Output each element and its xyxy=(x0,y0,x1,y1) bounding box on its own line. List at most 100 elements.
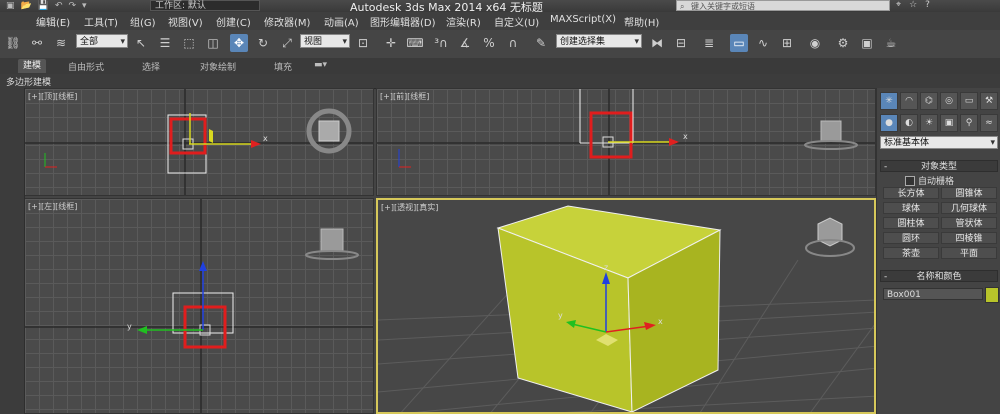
snaps-toggle-icon[interactable]: ³∩ xyxy=(432,34,450,52)
menu-create[interactable]: 创建(C) xyxy=(216,14,251,29)
redo-icon[interactable]: ↷ xyxy=(69,1,77,11)
open-file-icon[interactable]: 📂 xyxy=(21,1,32,11)
menu-animation[interactable]: 动画(A) xyxy=(324,14,359,29)
pyramid-button[interactable]: 四棱锥 xyxy=(941,232,997,244)
menu-maxscript[interactable]: MAXScript(X) xyxy=(550,14,616,25)
select-scale-icon[interactable]: ⤢ xyxy=(278,34,296,52)
rendered-frame-icon[interactable]: ▣ xyxy=(858,34,876,52)
object-name-input[interactable]: Box001 xyxy=(883,288,983,300)
star-icon[interactable]: ☆ xyxy=(909,0,917,10)
save-file-icon[interactable]: 💾 xyxy=(38,1,49,11)
menu-customize[interactable]: 自定义(U) xyxy=(494,14,539,29)
menu-modifiers[interactable]: 修改器(M) xyxy=(264,14,310,29)
tab-object-paint[interactable]: 对象绘制 xyxy=(200,60,236,73)
tab-freeform[interactable]: 自由形式 xyxy=(68,60,104,73)
geosphere-button[interactable]: 几何球体 xyxy=(941,202,997,214)
keyboard-shortcut-icon[interactable]: ⌨ xyxy=(406,34,424,52)
pivot-center-icon[interactable]: ⊡ xyxy=(354,34,372,52)
lights-icon[interactable]: ☀ xyxy=(920,114,938,132)
box-button[interactable]: 长方体 xyxy=(883,187,939,199)
curve-editor-icon[interactable]: ∿ xyxy=(754,34,772,52)
align-icon[interactable]: ⊟ xyxy=(672,34,690,52)
motion-tab-icon[interactable]: ◎ xyxy=(940,92,958,110)
tube-button[interactable]: 管状体 xyxy=(941,217,997,229)
hierarchy-tab-icon[interactable]: ⌬ xyxy=(920,92,938,110)
mirror-icon[interactable]: ⧓ xyxy=(648,34,666,52)
sphere-button[interactable]: 球体 xyxy=(883,202,939,214)
quick-access-more-icon[interactable]: ▾ xyxy=(82,1,87,11)
cameras-icon[interactable]: ▣ xyxy=(940,114,958,132)
tab-populate[interactable]: 填充 xyxy=(274,60,292,73)
primitive-type-dropdown[interactable]: 标准基本体 xyxy=(880,136,998,150)
name-color-rollout[interactable]: - 名称和颜色 xyxy=(880,270,998,282)
render-setup-icon[interactable]: ⚙ xyxy=(834,34,852,52)
viewcube-icon xyxy=(820,120,842,142)
render-production-icon[interactable]: ☕ xyxy=(882,34,900,52)
named-selection-dropdown[interactable]: 创建选择集 xyxy=(556,34,642,49)
object-color-swatch[interactable] xyxy=(985,287,999,303)
select-move-icon[interactable]: ✥ xyxy=(230,34,248,52)
edit-named-selection-icon[interactable]: ✎ xyxy=(532,34,550,52)
select-by-name-icon[interactable]: ☰ xyxy=(156,34,174,52)
menu-group[interactable]: 组(G) xyxy=(130,14,156,29)
search-input[interactable]: ⌕ 键入关键字或短语 xyxy=(676,0,890,11)
link-icon[interactable]: ⛓ xyxy=(4,34,22,52)
viewport-top[interactable]: [+][顶][线框] x xyxy=(24,88,374,196)
cone-button[interactable]: 圆锥体 xyxy=(941,187,997,199)
reference-coordinate-dropdown[interactable]: 视图 xyxy=(300,34,350,49)
tab-selection[interactable]: 选择 xyxy=(142,60,160,73)
torus-button[interactable]: 圆环 xyxy=(883,232,939,244)
material-editor-icon[interactable]: ◉ xyxy=(806,34,824,52)
select-manipulate-icon[interactable]: ✛ xyxy=(382,34,400,52)
autogrid-checkbox[interactable] xyxy=(905,175,915,186)
tab-modeling[interactable]: 建模 xyxy=(18,59,47,73)
layer-manager-icon[interactable]: ≣ xyxy=(700,34,718,52)
angle-snap-icon[interactable]: ∡ xyxy=(456,34,474,52)
main-toolbar: ⛓ ⚯ ≋ 全部 ↖ ☰ ⬚ ◫ ✥ ↻ ⤢ 视图 ⊡ ✛ ⌨ ³∩ ∡ % ∩… xyxy=(0,30,1000,59)
menu-graph-editors[interactable]: 图形编辑器(D) xyxy=(370,14,436,29)
teapot-button[interactable]: 茶壶 xyxy=(883,247,939,259)
cylinder-button[interactable]: 圆柱体 xyxy=(883,217,939,229)
menu-rendering[interactable]: 渲染(R) xyxy=(446,14,481,29)
create-tab-icon[interactable]: ✳ xyxy=(880,92,898,110)
percent-snap-icon[interactable]: % xyxy=(480,34,498,52)
viewport-left[interactable]: [+][左][线框] y xyxy=(24,198,374,414)
binoculars-icon[interactable]: ⌖ xyxy=(896,0,901,10)
bind-spacewarp-icon[interactable]: ≋ xyxy=(52,34,70,52)
help-icon[interactable]: ? xyxy=(925,0,930,10)
workspace-dropdown[interactable]: 工作区: 默认 xyxy=(150,0,260,11)
polygon-modeling-label[interactable]: 多边形建模 xyxy=(6,75,51,88)
menu-views[interactable]: 视图(V) xyxy=(168,14,203,29)
viewport-perspective[interactable]: [+][透视][真实] z y x xyxy=(376,198,876,414)
helpers-icon[interactable]: ⚲ xyxy=(960,114,978,132)
geometry-icon[interactable]: ● xyxy=(880,114,898,132)
plane-button[interactable]: 平面 xyxy=(941,247,997,259)
selection-filter-dropdown[interactable]: 全部 xyxy=(76,34,128,49)
spacewarps-icon[interactable]: ≈ xyxy=(980,114,998,132)
menu-edit[interactable]: 编辑(E) xyxy=(36,14,70,29)
menu-help[interactable]: 帮助(H) xyxy=(624,14,659,29)
spinner-snap-icon[interactable]: ∩ xyxy=(504,34,522,52)
schematic-view-icon[interactable]: ⊞ xyxy=(778,34,796,52)
unlink-icon[interactable]: ⚯ xyxy=(28,34,46,52)
object-type-rollout[interactable]: - 对象类型 xyxy=(880,160,998,172)
viewport-label[interactable]: [+][透视][真实] xyxy=(381,202,438,213)
viewport-front[interactable]: [+][前][线框] x xyxy=(376,88,876,196)
viewcube-icon xyxy=(318,120,340,142)
create-category-row: ● ◐ ☀ ▣ ⚲ ≈ ⚙ xyxy=(880,114,1000,132)
ribbon-options-icon[interactable]: ▬▾ xyxy=(314,60,327,70)
display-tab-icon[interactable]: ▭ xyxy=(960,92,978,110)
select-object-icon[interactable]: ↖ xyxy=(132,34,150,52)
select-rotate-icon[interactable]: ↻ xyxy=(254,34,272,52)
modify-tab-icon[interactable]: ◠ xyxy=(900,92,918,110)
undo-icon[interactable]: ↶ xyxy=(55,1,63,11)
utilities-tab-icon[interactable]: ⚒ xyxy=(980,92,998,110)
shapes-icon[interactable]: ◐ xyxy=(900,114,918,132)
new-file-icon[interactable]: ▣ xyxy=(6,1,15,11)
graphite-ribbon-icon[interactable]: ▭ xyxy=(730,34,748,52)
autogrid-checkbox-row[interactable]: 自动栅格 xyxy=(905,174,954,187)
menu-tools[interactable]: 工具(T) xyxy=(84,14,118,29)
rect-selection-icon[interactable]: ⬚ xyxy=(180,34,198,52)
left-viewport-scene: y xyxy=(25,199,373,413)
window-crossing-icon[interactable]: ◫ xyxy=(204,34,222,52)
